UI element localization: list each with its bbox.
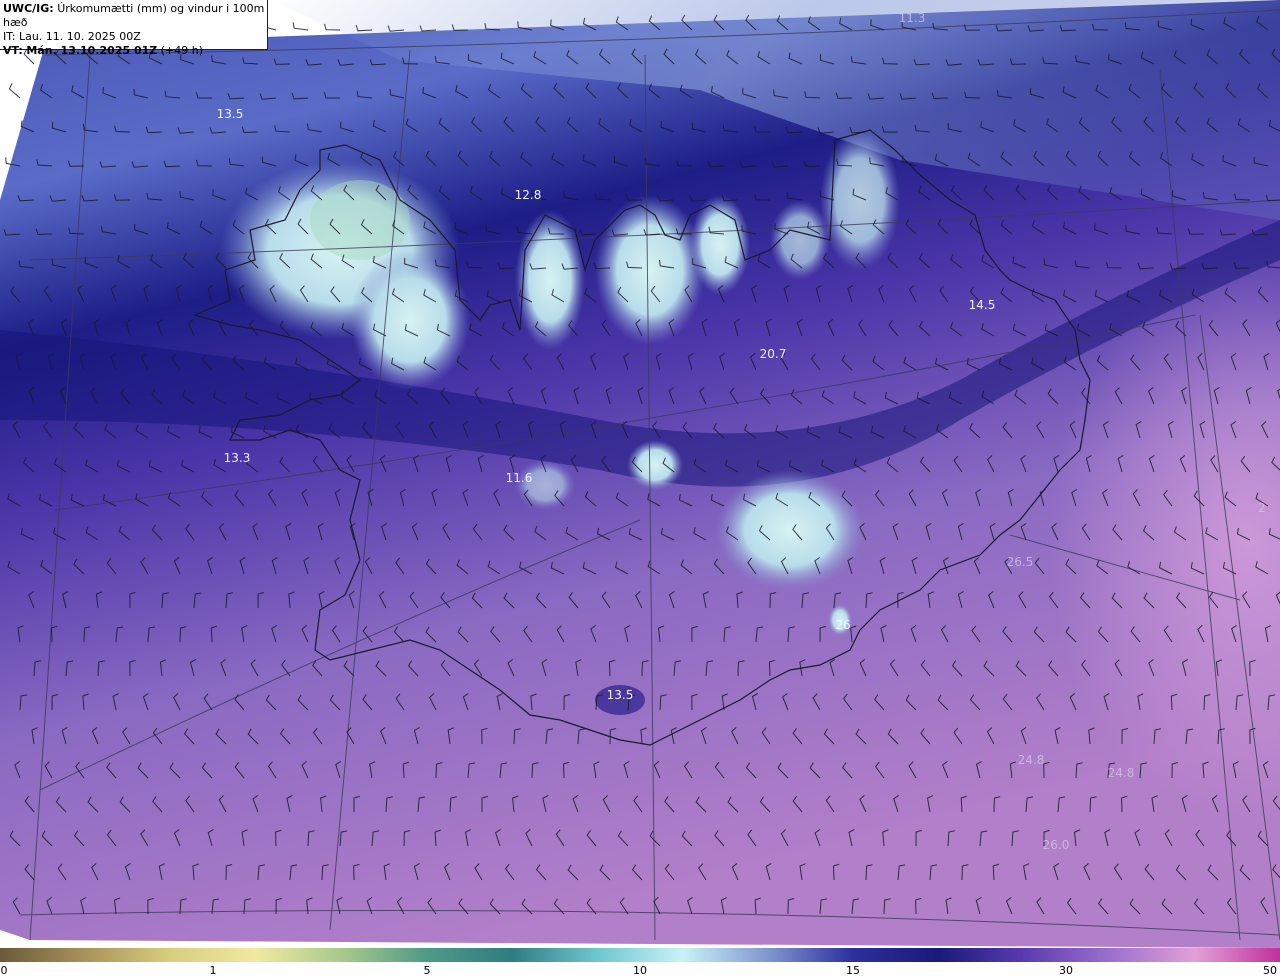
map-value-label: 26.0 — [1042, 838, 1070, 852]
map-value-label: 26.5 — [1006, 555, 1034, 569]
map-info-box: UWC/IG: Úrkomumætti (mm) og vindur i 100… — [0, 0, 268, 57]
map-value-label: 13.3 — [223, 451, 251, 465]
map-value-label: 20.7 — [759, 347, 787, 361]
map-value-label: 26 — [835, 618, 851, 632]
valid-time: Mán. 13.10.2025 01Z — [26, 44, 158, 57]
colorbar-tick: 5 — [423, 964, 431, 977]
map-value-label: 24.8 — [1017, 753, 1045, 767]
colorbar-tick: 50 — [1263, 964, 1277, 977]
precipitation-wind-map — [0, 0, 1280, 948]
map-value-label: 14.5 — [968, 298, 996, 312]
map-value-label: 2 — [1258, 501, 1266, 515]
precipitation-colorbar — [0, 948, 1280, 962]
map-value-label: 12.8 — [514, 188, 542, 202]
colorbar-tick: 0 — [0, 964, 8, 977]
map-value-label: 13.5 — [606, 688, 634, 702]
map-value-label: 13.5 — [216, 107, 244, 121]
model-label: UWC/IG: — [3, 2, 54, 15]
init-time: IT: Lau. 11. 10. 2025 00Z — [3, 30, 141, 43]
colorbar-tick: 30 — [1059, 964, 1073, 977]
valid-time-prefix: VT: — [3, 44, 23, 57]
colorbar-tick-labels: 0 1 5 10 15 30 50 — [0, 962, 1280, 978]
map-value-label: 11.6 — [505, 471, 533, 485]
title-line: UWC/IG: Úrkomumætti (mm) og vindur i 100… — [3, 2, 267, 30]
colorbar-tick: 10 — [633, 964, 647, 977]
colorbar-tick: 1 — [209, 964, 217, 977]
map-value-label: 24.8 — [1107, 766, 1135, 780]
lead-time: (+49 h) — [160, 44, 204, 57]
colorbar-tick: 15 — [846, 964, 860, 977]
map-value-label: 11.3 — [898, 11, 926, 25]
valid-time-line: VT: Mán. 13.10.2025 01Z (+49 h) — [3, 44, 267, 58]
